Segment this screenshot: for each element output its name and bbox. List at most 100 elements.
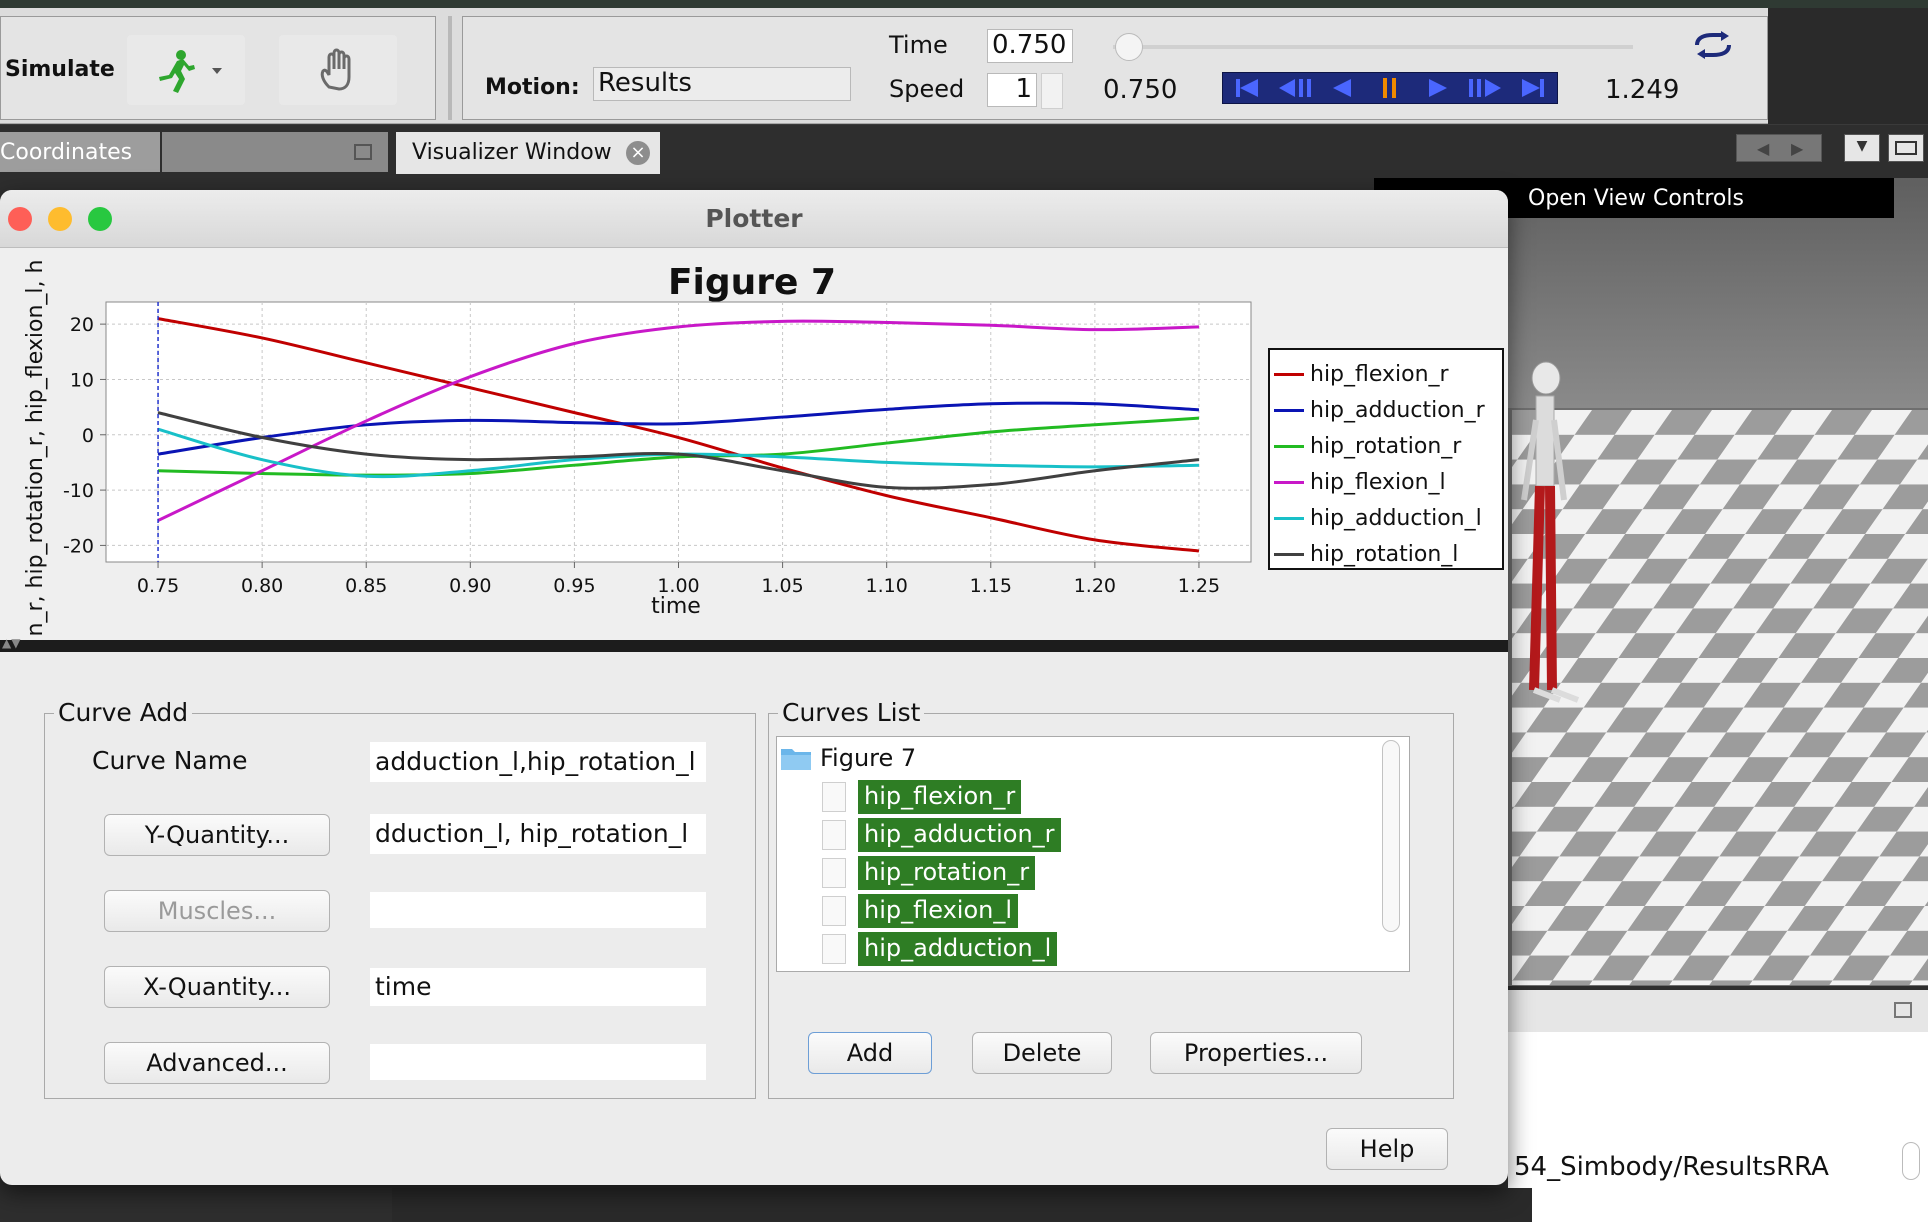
- step-back-button[interactable]: [1271, 73, 1319, 103]
- pause-simulation-button[interactable]: [279, 35, 397, 105]
- y-tick-label: 10: [70, 369, 94, 391]
- x-tick-labels: 0.75 0.80 0.85 0.90 0.95 1.00 1.05 1.10 1.15 1.20…: [137, 575, 1220, 597]
- motion-group: Motion: Results Time 0.750 Speed 1 0.750…: [462, 16, 1768, 120]
- skeleton-model[interactable]: [1500, 360, 1580, 720]
- advanced-button[interactable]: Advanced...: [104, 1042, 330, 1084]
- curve-item[interactable]: hip_flexion_l: [858, 894, 1019, 928]
- legend-item: hip_rotation_r: [1274, 428, 1498, 464]
- curve-name-field[interactable]: adduction_l,hip_rotation_l: [370, 742, 706, 782]
- y-axis-label: n_r, hip_rotation_r, hip_flexion_l, h: [23, 260, 48, 637]
- go-to-start-button[interactable]: [1223, 73, 1271, 103]
- tab-visualizer-label: Visualizer Window: [412, 140, 612, 165]
- open-view-controls-label: Open View Controls: [1528, 186, 1744, 211]
- x-tick-label: 1.10: [866, 575, 908, 597]
- output-panel-header: [1508, 990, 1928, 1032]
- muscles-field[interactable]: [370, 892, 706, 928]
- legend-item: hip_rotation_l: [1274, 536, 1498, 572]
- output-console[interactable]: 54_Simbody/ResultsRRA: [1508, 1032, 1928, 1222]
- curve-file-icon: [822, 934, 846, 964]
- time-field[interactable]: 0.750: [987, 29, 1073, 63]
- run-simulation-button[interactable]: [127, 35, 245, 105]
- top-strip: [0, 0, 1928, 8]
- run-icon: [159, 50, 195, 93]
- time-label: Time: [889, 31, 948, 59]
- figure-node[interactable]: Figure 7: [820, 744, 916, 772]
- tab-coordinates[interactable]: Coordinates: [0, 132, 160, 172]
- chart-title: Figure 7: [668, 262, 836, 303]
- pause-button[interactable]: [1366, 73, 1414, 103]
- x-tick-label: 1.05: [761, 575, 803, 597]
- legend-item: hip_flexion_l: [1274, 464, 1498, 500]
- motion-label: Motion:: [485, 75, 580, 100]
- curve-item[interactable]: hip_flexion_r: [858, 780, 1022, 814]
- add-curve-button[interactable]: Add: [808, 1032, 932, 1074]
- step-forward-button[interactable]: [1462, 73, 1510, 103]
- x-tick-label: 0.75: [137, 575, 179, 597]
- speed-field[interactable]: 1: [987, 73, 1037, 107]
- advanced-field[interactable]: [370, 1044, 706, 1080]
- play-forward-button[interactable]: [1414, 73, 1462, 103]
- legend-swatch: [1274, 408, 1304, 412]
- legend-label: hip_adduction_l: [1310, 505, 1482, 531]
- chevron-left-icon[interactable]: ◀: [1757, 139, 1769, 158]
- x-tick-label: 1.20: [1074, 575, 1116, 597]
- chevron-right-icon[interactable]: ▶: [1791, 139, 1803, 158]
- go-to-end-button[interactable]: [1509, 73, 1557, 103]
- y-quantity-field[interactable]: dduction_l, hip_rotation_l: [370, 814, 706, 854]
- maximize-icon: [1895, 141, 1917, 155]
- play-reverse-icon: [1333, 79, 1352, 97]
- y-tick-label: -20: [63, 535, 94, 557]
- delete-curve-button[interactable]: Delete: [972, 1032, 1112, 1074]
- plotter-title: Plotter: [705, 204, 803, 233]
- close-icon[interactable]: ×: [626, 141, 650, 165]
- time-slider-thumb[interactable]: [1115, 33, 1143, 61]
- curve-item[interactable]: hip_adduction_r: [858, 818, 1061, 852]
- x-tick-label: 0.90: [449, 575, 491, 597]
- x-tick-label: 1.00: [657, 575, 699, 597]
- properties-button[interactable]: Properties...: [1150, 1032, 1362, 1074]
- minimize-panel-icon[interactable]: [1894, 1002, 1912, 1018]
- legend-item: hip_adduction_r: [1274, 392, 1498, 428]
- legend-rows: hip_flexion_r hip_adduction_r hip_rotation…: [1274, 356, 1498, 572]
- muscles-button[interactable]: Muscles...: [104, 890, 330, 932]
- loop-icon[interactable]: [1693, 31, 1733, 59]
- speed-label: Speed: [889, 75, 965, 103]
- split-pane-divider[interactable]: ▲▼: [0, 636, 1508, 652]
- x-tick-label: 0.85: [345, 575, 387, 597]
- x-quantity-field[interactable]: time: [370, 968, 706, 1006]
- tab-list-dropdown[interactable]: ▼: [1844, 134, 1880, 162]
- collapse-arrows-icon[interactable]: ▲▼: [2, 636, 20, 650]
- help-button[interactable]: Help: [1326, 1128, 1448, 1170]
- folder-icon: [781, 749, 811, 770]
- console-path-text: 54_Simbody/ResultsRRA: [1514, 1152, 1829, 1182]
- x-tick-label: 1.25: [1178, 575, 1220, 597]
- toolbar-spacer: [1768, 8, 1928, 124]
- motion-field[interactable]: Results: [593, 67, 851, 101]
- step-backward-icon: [1278, 79, 1311, 97]
- time-slider-track[interactable]: [1113, 45, 1633, 49]
- minimize-panel-icon[interactable]: [354, 144, 372, 160]
- y-tick-label: -10: [63, 480, 94, 502]
- tab-scroll-buttons[interactable]: ◀ ▶: [1736, 134, 1822, 162]
- console-scrollbar[interactable]: [1902, 1142, 1920, 1180]
- curve-item[interactable]: hip_rotation_r: [858, 856, 1036, 890]
- legend-label: hip_flexion_l: [1310, 469, 1446, 495]
- curves-list-title: Curves List: [778, 698, 925, 727]
- maximize-window-button[interactable]: [1888, 134, 1924, 162]
- curves-list-scrollbar[interactable]: [1382, 740, 1400, 932]
- y-tick-label: 0: [82, 425, 94, 447]
- curve-item[interactable]: hip_adduction_l: [858, 932, 1058, 966]
- transport-controls: [1222, 72, 1558, 104]
- legend-item: hip_flexion_r: [1274, 356, 1498, 392]
- play-reverse-button[interactable]: [1318, 73, 1366, 103]
- legend-item: hip_adduction_l: [1274, 500, 1498, 536]
- chevron-down-icon[interactable]: [211, 67, 223, 75]
- tab-visualizer[interactable]: Visualizer Window ×: [396, 132, 660, 174]
- step-forward-icon: [1469, 79, 1502, 97]
- bottom-gap: [392, 1188, 1532, 1222]
- speed-stepper[interactable]: [1041, 73, 1063, 109]
- tab-coordinates-label: Coordinates: [0, 140, 133, 165]
- x-quantity-button[interactable]: X-Quantity...: [104, 966, 330, 1008]
- y-quantity-button[interactable]: Y-Quantity...: [104, 814, 330, 856]
- plotter-window: Plotter Figure 7 n_r, hip_rotation_r, hi…: [0, 190, 1508, 1185]
